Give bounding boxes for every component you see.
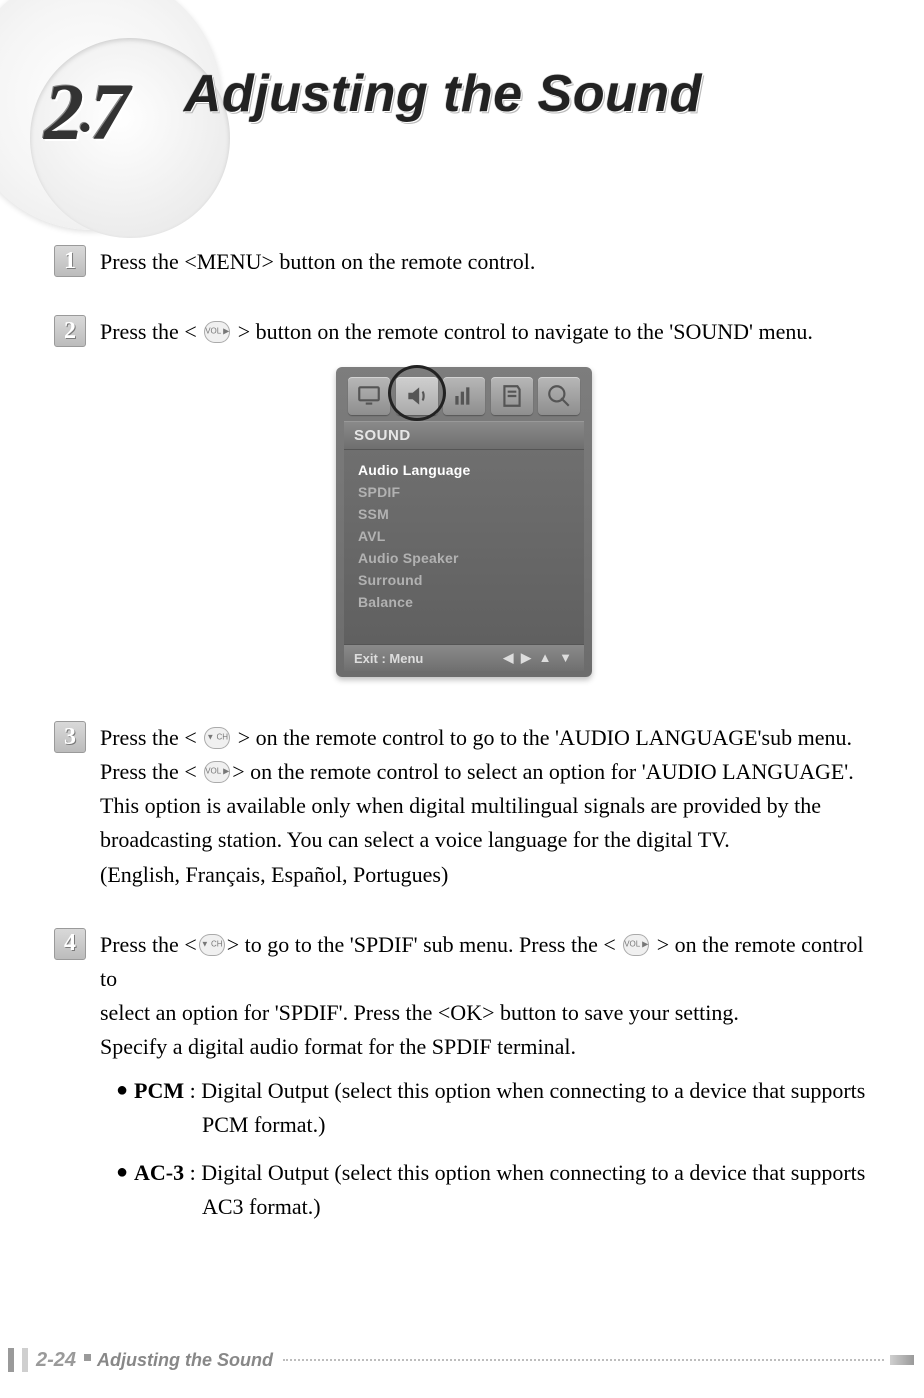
section-number-minor: 7 — [90, 69, 126, 157]
footer-end-block — [890, 1355, 914, 1365]
osd-panel: SOUND Audio Language SPDIF SSM AVL Audio… — [336, 367, 592, 677]
content: 1 Press the <MENU> button on the remote … — [54, 245, 874, 1246]
monitor-icon — [356, 383, 382, 409]
step-3-number: 3 — [54, 721, 86, 753]
step-2-suffix: > button on the remote control to naviga… — [232, 319, 813, 344]
footer-title: Adjusting the Sound — [97, 1350, 273, 1371]
step-1-text: Press the <MENU> button on the remote co… — [100, 245, 874, 279]
footer-square-icon — [84, 1354, 91, 1361]
step-2: 2 Press the < > button on the remote con… — [54, 315, 874, 349]
osd-footer-label: Exit : Menu — [354, 651, 423, 666]
step-4-number: 4 — [54, 928, 86, 960]
vol-right-button-icon — [204, 321, 230, 343]
s3-l5: (English, Français, Español, Portugues) — [100, 862, 448, 887]
step-2-prefix: Press the < — [100, 319, 202, 344]
osd-tab-sound-icon — [396, 377, 438, 415]
bullet-pcm-body: PCM : Digital Output (select this option… — [134, 1074, 874, 1142]
page-title: Adjusting the Sound — [184, 64, 702, 124]
osd-menu: Audio Language SPDIF SSM AVL Audio Speak… — [344, 450, 584, 644]
osd-item-balance: Balance — [358, 592, 570, 614]
footer-page-number: 2-24 — [36, 1349, 76, 1372]
bullet-pcm: ● PCM : Digital Output (select this opti… — [116, 1074, 874, 1142]
osd-tab-time-icon — [491, 377, 533, 415]
osd-item-spdif: SPDIF — [358, 482, 570, 504]
s3-l4: broadcasting station. You can select a v… — [100, 827, 730, 852]
osd-title: SOUND — [344, 421, 584, 450]
vol-right-button-icon — [204, 761, 230, 783]
manual-page: 2.7 Adjusting the Sound 1 Press the <MEN… — [0, 0, 924, 1398]
bullet-ac3-term: AC-3 — [134, 1160, 184, 1185]
footer-bar-dark — [8, 1348, 14, 1372]
bullet-ac3-rest: : Digital Output (select this option whe… — [184, 1160, 865, 1185]
step-1: 1 Press the <MENU> button on the remote … — [54, 245, 874, 279]
bullet-pcm-cont: PCM format.) — [134, 1108, 874, 1142]
section-number-dot: . — [80, 82, 90, 144]
section-number: 2.7 — [44, 68, 126, 159]
s4-l1b: > to go to the 'SPDIF' sub menu. Press t… — [227, 932, 622, 957]
bullet-ac3-cont: AC3 format.) — [134, 1190, 874, 1224]
osd-item-ssm: SSM — [358, 504, 570, 526]
s4-l3: Specify a digital audio format for the S… — [100, 1034, 576, 1059]
bullet-ac3: ● AC-3 : Digital Output (select this opt… — [116, 1156, 874, 1224]
s3-l2b: > on the remote control to select an opt… — [232, 759, 854, 784]
bars-icon — [451, 383, 477, 409]
speaker-icon — [404, 383, 430, 409]
ch-down-button-icon — [204, 727, 230, 749]
s3-l1b: > on the remote control to go to the 'AU… — [232, 725, 852, 750]
osd-item-surround: Surround — [358, 570, 570, 592]
osd-figure: SOUND Audio Language SPDIF SSM AVL Audio… — [54, 367, 874, 677]
osd-item-avl: AVL — [358, 526, 570, 548]
note-icon — [499, 383, 525, 409]
step-2-number: 2 — [54, 315, 86, 347]
bullet-pcm-term: PCM — [134, 1078, 184, 1103]
section-number-major: 2 — [44, 69, 80, 157]
vol-right-button-icon — [623, 934, 649, 956]
s3-l1a: Press the < — [100, 725, 202, 750]
step-2-text: Press the < > button on the remote contr… — [100, 315, 874, 349]
ch-down-button-icon — [199, 934, 225, 956]
step-3: 3 Press the < > on the remote control to… — [54, 721, 874, 891]
osd-item-audio-speaker: Audio Speaker — [358, 548, 570, 570]
bullet-pcm-rest: : Digital Output (select this option whe… — [184, 1078, 865, 1103]
step-4: 4 Press the < > to go to the 'SPDIF' sub … — [54, 928, 874, 1239]
osd-footer: Exit : Menu ◀ ▶ ▲ ▼ — [344, 644, 584, 671]
s3-l2a: Press the < — [100, 759, 202, 784]
step-3-text: Press the < > on the remote control to g… — [100, 721, 874, 891]
osd-tab-picture-icon — [348, 377, 390, 415]
step-4-text: Press the < > to go to the 'SPDIF' sub me… — [100, 928, 874, 1239]
bullet-dot-icon: ● — [116, 1156, 134, 1188]
footer-bar-light — [22, 1348, 28, 1372]
page-footer: 2-24 Adjusting the Sound — [8, 1348, 914, 1372]
s3-l3: This option is available only when digit… — [100, 793, 821, 818]
step-1-number: 1 — [54, 245, 86, 277]
osd-item-audio-language: Audio Language — [358, 460, 570, 482]
osd-tab-row — [344, 375, 584, 421]
osd-tab-setup-icon — [538, 377, 580, 415]
osd-footer-arrows: ◀ ▶ ▲ ▼ — [503, 650, 574, 666]
footer-dotted-rule — [283, 1359, 884, 1361]
s4-l2: select an option for 'SPDIF'. Press the … — [100, 1000, 739, 1025]
s4-l1a: Press the < — [100, 932, 197, 957]
step-4-bullets: ● PCM : Digital Output (select this opti… — [116, 1074, 874, 1224]
bullet-ac3-body: AC-3 : Digital Output (select this optio… — [134, 1156, 874, 1224]
bullet-dot-icon: ● — [116, 1074, 134, 1106]
dish-icon — [546, 383, 572, 409]
osd-tab-channel-icon — [443, 377, 485, 415]
